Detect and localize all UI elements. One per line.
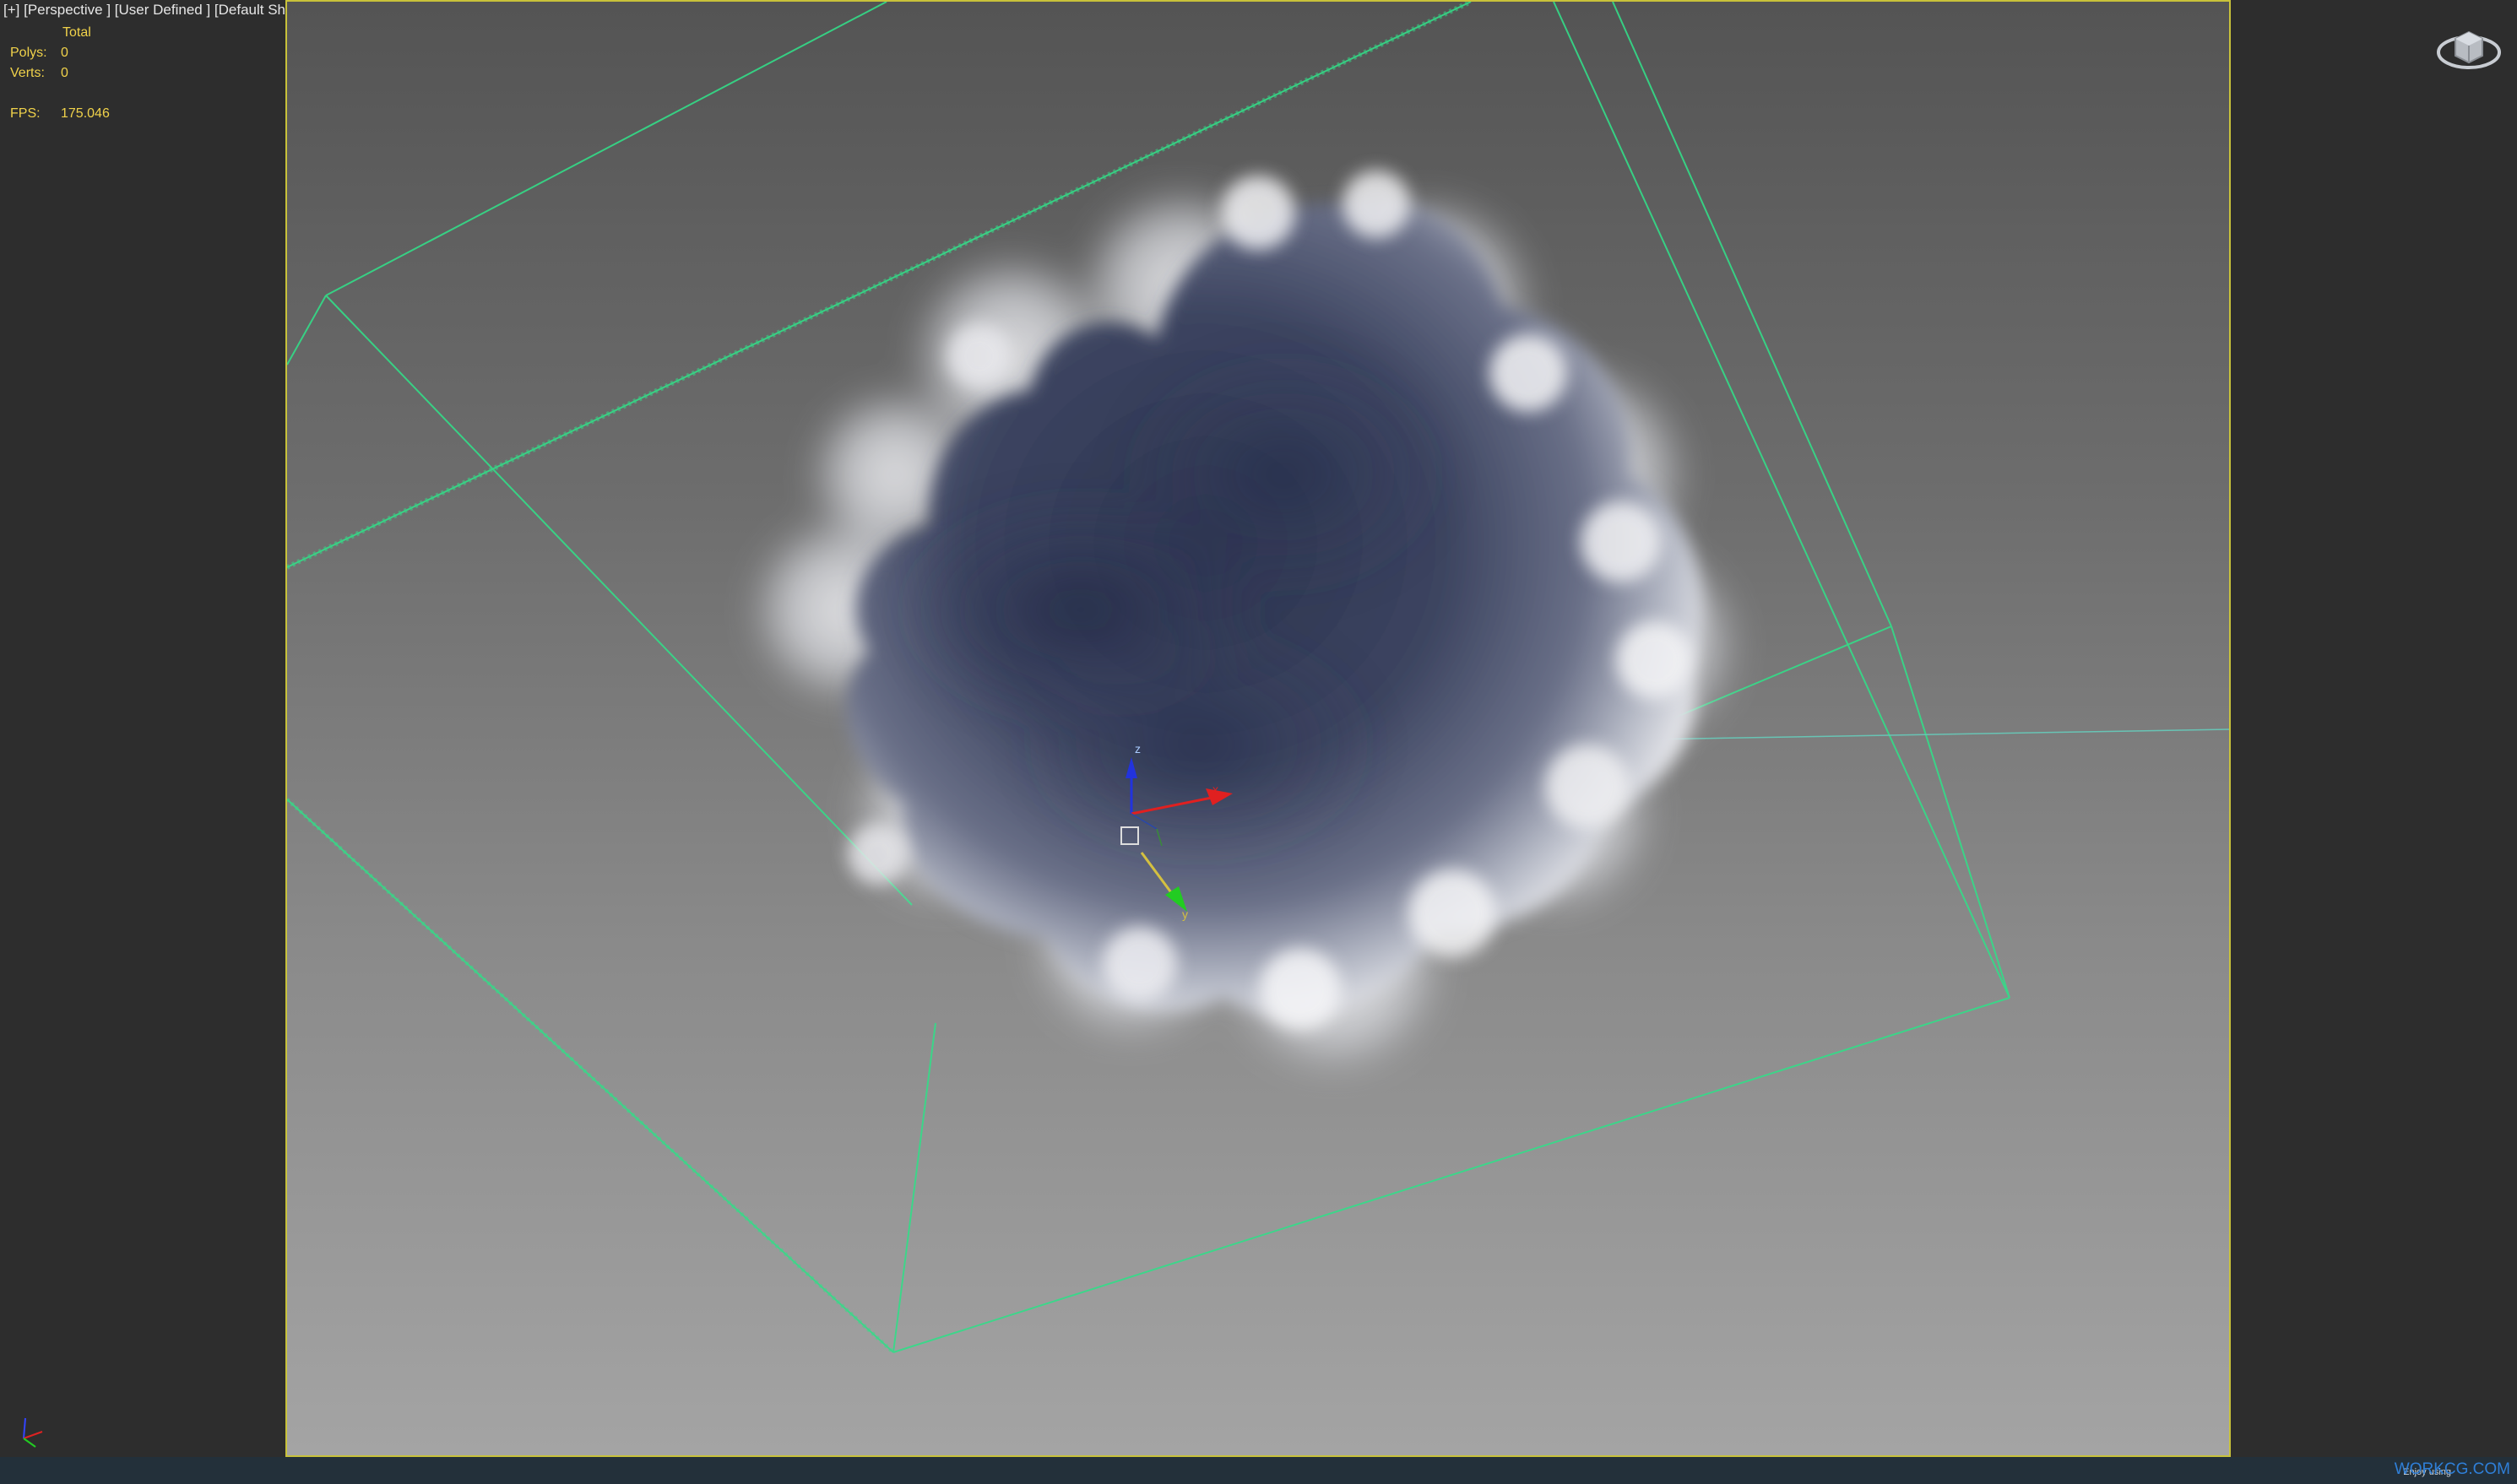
verts-value: 0 <box>61 66 68 80</box>
perspective-viewport[interactable]: x y z <box>285 0 2231 1457</box>
gizmo-x-label: x <box>1212 783 1218 796</box>
polys-value: 0 <box>61 46 68 60</box>
status-bar: Enjoy using WORKCG.COM <box>0 1457 2517 1484</box>
cloud-volume[interactable] <box>751 171 1739 1074</box>
gizmo-y-label: y <box>1182 907 1188 921</box>
gizmo-z-label: z <box>1135 742 1141 756</box>
verts-label: Verts: <box>10 66 45 80</box>
fps-value: 175.046 <box>61 106 110 121</box>
footer-brand-link[interactable]: WORKCG.COM <box>2395 1460 2510 1479</box>
fps-label: FPS: <box>10 106 41 121</box>
axis-tripod-icon <box>23 1417 43 1448</box>
polys-label: Polys: <box>10 46 47 60</box>
scene-canvas[interactable]: x y z <box>287 2 2229 1455</box>
viewcube-icon[interactable] <box>2432 20 2506 79</box>
stats-header: Total <box>62 25 91 40</box>
stats-panel: Total Polys: 0 Verts: 0 FPS: 175.046 <box>0 25 253 135</box>
viewport-label[interactable]: [+] [Perspective ] [User Defined ] [Defa… <box>3 2 328 19</box>
